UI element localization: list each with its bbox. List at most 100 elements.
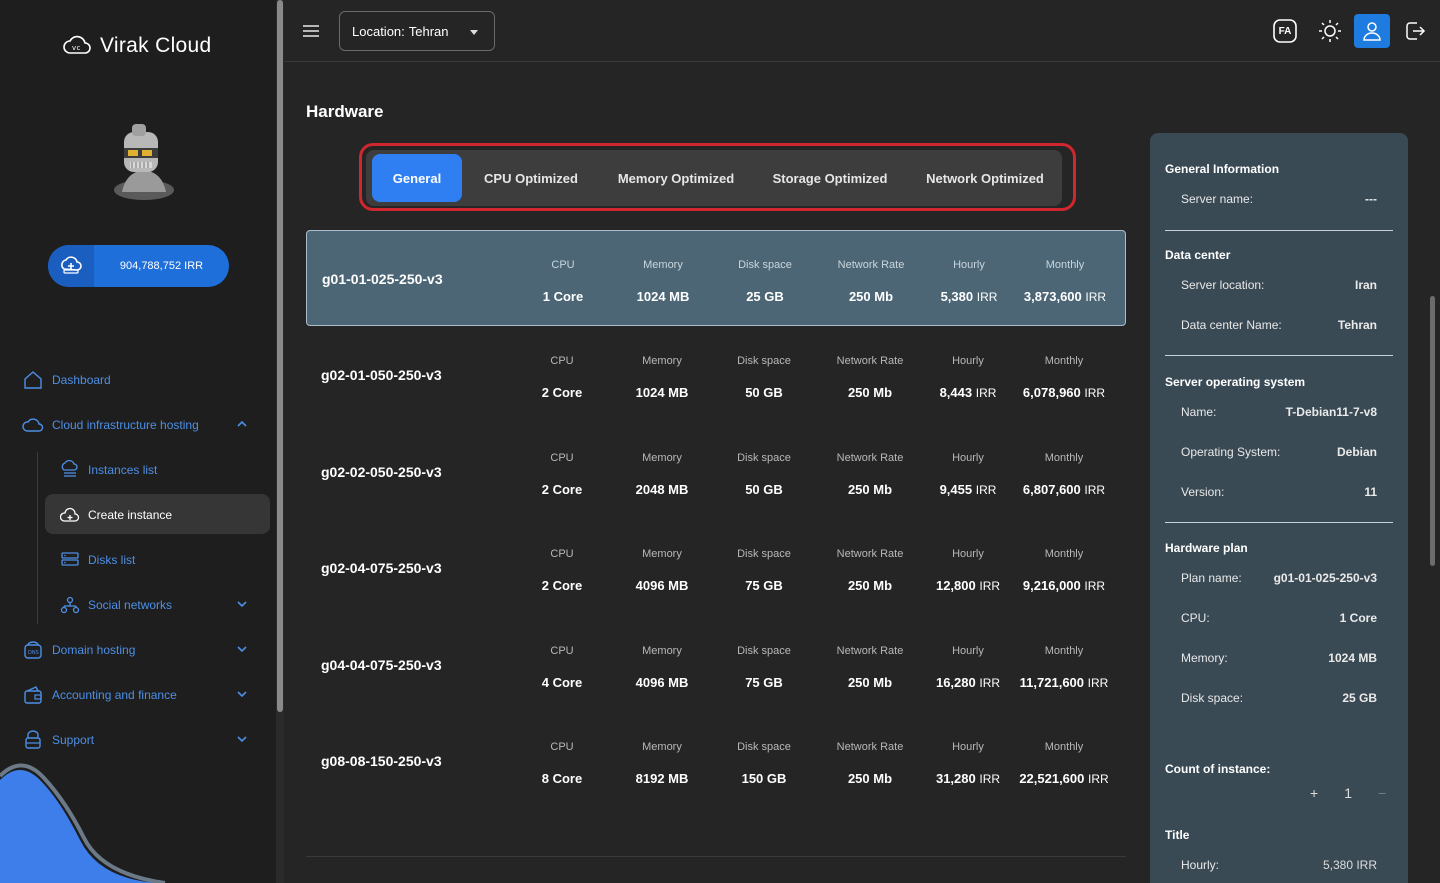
- spec-value-number: 12,800: [935, 578, 976, 593]
- decrement-button[interactable]: −: [1378, 785, 1386, 801]
- spec-value: 150 GB: [708, 771, 820, 786]
- currency-unit: IRR: [1084, 579, 1106, 593]
- wallet-balance-button[interactable]: 904,788,752 IRR: [48, 245, 229, 287]
- spec-label: CPU: [551, 259, 575, 271]
- spec-label: Memory: [643, 259, 683, 271]
- profile-button[interactable]: [1354, 14, 1390, 48]
- plan-spec-disk: Disk space 50 GB: [708, 452, 820, 497]
- spec-value-number: 250 Mb: [847, 385, 893, 400]
- spec-value: 1024 MB: [607, 289, 719, 304]
- sidebar-scrollbar-thumb[interactable]: [277, 0, 283, 712]
- nav-social-networks[interactable]: Social networks: [60, 594, 172, 616]
- chevron-down-icon[interactable]: [236, 688, 248, 700]
- language-toggle-button[interactable]: FA: [1267, 14, 1303, 48]
- divider: [1165, 355, 1393, 356]
- plan-row[interactable]: g02-01-050-250-v3 CPU 2 Core Memory 1024 MB D…: [306, 327, 1126, 423]
- sun-icon: [1319, 20, 1341, 42]
- spec-label: Disk space: [737, 645, 791, 657]
- brand-logo[interactable]: vc Virak Cloud: [62, 34, 211, 58]
- hamburger-menu-icon[interactable]: [300, 20, 322, 42]
- chevron-up-icon[interactable]: [236, 418, 248, 430]
- memory-row: Memory: 1024 MB: [1181, 651, 1377, 665]
- plan-row[interactable]: g08-08-150-250-v3 CPU 8 Core Memory 8192 MB D…: [306, 713, 1126, 809]
- spec-value-number: 50 GB: [745, 385, 783, 400]
- plan-spec-cpu: CPU 2 Core: [514, 452, 610, 497]
- cloud-icon: [22, 418, 44, 432]
- spec-value-number: 4096 MB: [635, 675, 689, 690]
- disk-icon: [61, 552, 79, 566]
- currency-unit: IRR: [975, 386, 997, 400]
- tabs-highlight-annotation: [359, 143, 1076, 211]
- nav-domain-hosting[interactable]: DNS Domain hosting: [22, 639, 135, 661]
- plan-spec-disk: Disk space 150 GB: [708, 741, 820, 786]
- spec-value-number: 22,521,600: [1019, 771, 1085, 786]
- spec-value: 2048 MB: [606, 482, 718, 497]
- spec-value-number: 250 Mb: [847, 482, 893, 497]
- spec-value: 22,521,600 IRR: [1002, 771, 1126, 786]
- decorative-wave: [0, 763, 166, 883]
- balance-amount: 904,788,752 IRR: [119, 260, 204, 272]
- plan-row[interactable]: g04-04-075-250-v3 CPU 4 Core Memory 4096 MB D…: [306, 617, 1126, 713]
- plan-spec-disk: Disk space 25 GB: [709, 259, 821, 304]
- nav-disks-list[interactable]: Disks list: [60, 549, 135, 571]
- robot-avatar[interactable]: [104, 120, 184, 200]
- spec-value-number: 9,455: [939, 482, 973, 497]
- nav-create-instance[interactable]: Create instance: [60, 504, 172, 526]
- spec-value: 3,873,600 IRR: [1003, 289, 1127, 304]
- plan-row[interactable]: g01-01-025-250-v3 CPU 1 Core Memory 1024 MB D…: [306, 230, 1126, 326]
- spec-label: Disk space: [737, 741, 791, 753]
- logout-button[interactable]: [1397, 14, 1433, 48]
- spec-label: Disk space: [737, 452, 791, 464]
- spec-label: Memory: [642, 548, 682, 560]
- plan-spec-monthly: Monthly 3,873,600 IRR: [1003, 259, 1127, 304]
- chevron-down-icon[interactable]: [236, 643, 248, 655]
- location-select[interactable]: Location: Tehran: [339, 11, 495, 51]
- spec-value-number: 16,280: [935, 675, 976, 690]
- plan-row[interactable]: g02-02-050-250-v3 CPU 2 Core Memory 2048 MB D…: [306, 424, 1126, 520]
- svg-text:vc: vc: [72, 44, 81, 52]
- server-location-row: Server location: Iran: [1181, 278, 1377, 292]
- spec-value: 6,807,600 IRR: [1002, 482, 1126, 497]
- nav-instances-list[interactable]: Instances list: [60, 459, 157, 481]
- summary-panel: General Information Server name: --- Data…: [1150, 133, 1408, 883]
- nav-dashboard[interactable]: Dashboard: [22, 369, 111, 391]
- spec-value-number: 2 Core: [541, 482, 583, 497]
- increment-button[interactable]: +: [1310, 785, 1318, 801]
- spec-label: CPU: [550, 452, 574, 464]
- plan-spec-disk: Disk space 75 GB: [708, 548, 820, 593]
- spec-value: 6,078,960 IRR: [1002, 385, 1126, 400]
- spec-label: CPU: [550, 741, 574, 753]
- nav-accounting-finance[interactable]: Accounting and finance: [22, 684, 177, 706]
- spec-label: Disk space: [737, 355, 791, 367]
- plan-name: g02-01-050-250-v3: [321, 367, 442, 383]
- top-header: Location: Tehran FA: [284, 0, 1440, 62]
- spec-value: 4 Core: [514, 675, 610, 690]
- nav-cloud-infrastructure[interactable]: Cloud infrastructure hosting: [22, 414, 199, 436]
- plan-spec-monthly: Monthly 6,807,600 IRR: [1002, 452, 1126, 497]
- chevron-down-icon[interactable]: [236, 733, 248, 745]
- spec-value: 75 GB: [708, 675, 820, 690]
- currency-unit: IRR: [979, 676, 1001, 690]
- page-scrollbar[interactable]: [1430, 296, 1435, 566]
- plan-row[interactable]: g02-04-075-250-v3 CPU 2 Core Memory 4096 MB D…: [306, 520, 1126, 616]
- currency-unit: IRR: [976, 290, 998, 304]
- chevron-down-icon[interactable]: [236, 598, 248, 610]
- currency-unit: IRR: [979, 579, 1001, 593]
- plan-spec-memory: Memory 1024 MB: [607, 259, 719, 304]
- sidebar-scrollbar[interactable]: [276, 0, 284, 883]
- spec-value-number: 6,807,600: [1022, 482, 1081, 497]
- nav-support[interactable]: Support: [22, 729, 94, 751]
- spec-value: 2 Core: [514, 578, 610, 593]
- network-icon: [60, 596, 80, 614]
- plan-spec-cpu: CPU 8 Core: [514, 741, 610, 786]
- plan-name: g02-04-075-250-v3: [321, 560, 442, 576]
- spec-value: 4096 MB: [606, 675, 718, 690]
- theme-toggle-button[interactable]: [1312, 14, 1348, 48]
- spec-value-number: 8192 MB: [635, 771, 689, 786]
- plan-spec-disk: Disk space 50 GB: [708, 355, 820, 400]
- spec-value: 9,216,000 IRR: [1002, 578, 1126, 593]
- plan-name: g08-08-150-250-v3: [321, 753, 442, 769]
- operating-system-row: Operating System: Debian: [1181, 445, 1377, 459]
- general-info-title: General Information: [1165, 162, 1280, 176]
- spec-label: CPU: [550, 645, 574, 657]
